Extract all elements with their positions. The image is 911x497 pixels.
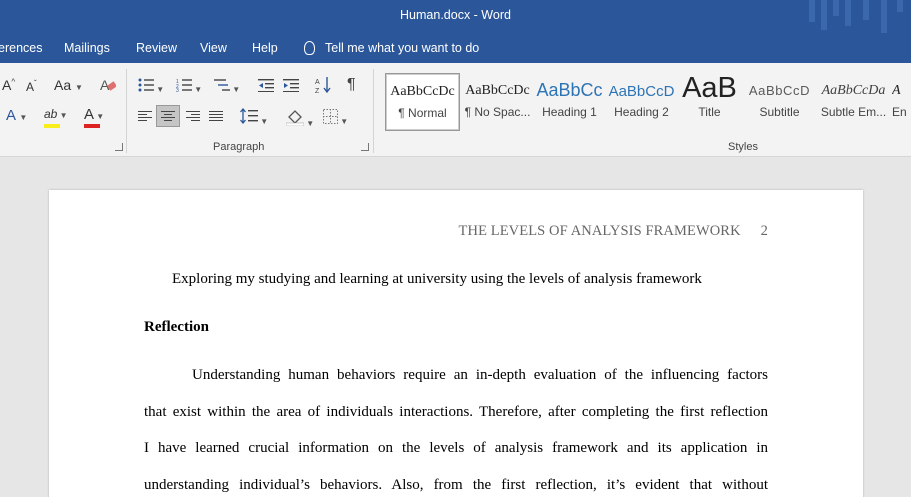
- style-sample: AaBbCc: [536, 80, 603, 100]
- svg-text:Z: Z: [315, 88, 320, 94]
- font-color-button[interactable]: A ▼: [84, 106, 104, 128]
- style-normal[interactable]: AaBbCcDc ¶ Normal: [385, 73, 460, 131]
- align-right-button[interactable]: [186, 111, 200, 122]
- running-head: THE LEVELS OF ANALYSIS FRAMEWORK 2: [459, 223, 768, 240]
- style-name: En: [892, 105, 907, 119]
- style-heading-2[interactable]: AaBbCcD Heading 2: [604, 73, 679, 131]
- numbering-button[interactable]: 123 ▼: [176, 78, 202, 95]
- tab-view[interactable]: View: [200, 41, 227, 55]
- increase-indent-button[interactable]: [283, 78, 299, 95]
- style-sample: AaBbCcD: [748, 83, 811, 98]
- style-subtitle[interactable]: AaBbCcD Subtitle: [742, 73, 817, 131]
- line-spacing-icon: [240, 107, 258, 125]
- increase-indent-icon: [283, 79, 299, 93]
- style-sample: AaBbCcDc: [465, 83, 530, 98]
- paragraph-line: that exist within the area of individual…: [144, 404, 768, 420]
- bullets-button[interactable]: ▼: [138, 78, 164, 95]
- style-no-spacing[interactable]: AaBbCcDc ¶ No Spac...: [460, 73, 535, 131]
- style-name: ¶ Normal: [398, 106, 447, 120]
- bullets-icon: [138, 78, 154, 92]
- paint-bucket-icon: [285, 110, 305, 127]
- eraser-icon: A: [100, 77, 117, 93]
- sort-icon: AZ: [315, 77, 331, 95]
- title-bar-decoration: [801, 0, 911, 33]
- font-dialog-launcher[interactable]: [115, 143, 123, 151]
- tab-review[interactable]: Review: [136, 41, 177, 55]
- paragraph-line: I have learned crucial information on th…: [144, 440, 768, 456]
- decrease-indent-button[interactable]: [258, 78, 274, 95]
- section-heading: Reflection: [144, 319, 209, 335]
- svg-text:A: A: [315, 79, 320, 86]
- style-sample: AaBbCcDc: [390, 84, 455, 99]
- tab-help[interactable]: Help: [252, 41, 278, 55]
- align-left-button[interactable]: [138, 111, 152, 122]
- style-name: Heading 2: [614, 105, 669, 119]
- highlight-button[interactable]: ab ▼: [44, 107, 68, 128]
- style-emphasis[interactable]: A En: [892, 73, 911, 131]
- style-heading-1[interactable]: AaBbCc Heading 1: [532, 73, 607, 131]
- style-subtle-emphasis[interactable]: AaBbCcDa Subtle Em...: [816, 73, 891, 131]
- align-center-button[interactable]: [161, 111, 175, 122]
- style-sample: AaBbCcD: [608, 83, 675, 100]
- numbering-icon: 123: [176, 79, 192, 94]
- ribbon-tabs: erences Mailings Review View Help Tell m…: [0, 33, 911, 63]
- tell-me-label: Tell me what you want to do: [325, 41, 480, 55]
- paragraph-line: Understanding human behaviors require an…: [192, 367, 768, 383]
- tab-references[interactable]: erences: [0, 41, 42, 55]
- tab-mailings[interactable]: Mailings: [64, 41, 110, 55]
- paragraph-dialog-launcher[interactable]: [361, 143, 369, 151]
- line-spacing-button[interactable]: ▼: [240, 107, 268, 127]
- sort-button[interactable]: AZ: [315, 76, 331, 97]
- document-title: Exploring my studying and learning at un…: [172, 271, 702, 287]
- style-name: Subtitle: [759, 105, 800, 119]
- style-title[interactable]: AaB Title: [672, 73, 747, 131]
- lightbulb-icon: [304, 41, 315, 55]
- style-sample: AaB: [682, 73, 737, 104]
- style-name: Title: [698, 105, 721, 119]
- svg-text:3: 3: [176, 88, 179, 92]
- show-formatting-marks-button[interactable]: ¶: [347, 76, 356, 94]
- shading-button[interactable]: ▼: [285, 108, 314, 129]
- multilevel-list-icon: [214, 79, 230, 91]
- styles-gallery: AaBbCcDc ¶ Normal AaBbCcDc ¶ No Spac... …: [382, 69, 911, 131]
- decrease-indent-icon: [258, 79, 274, 93]
- style-sample: AaBbCcDa: [821, 83, 886, 98]
- document-page[interactable]: THE LEVELS OF ANALYSIS FRAMEWORK 2 Explor…: [49, 190, 863, 497]
- page-number: 2: [760, 223, 768, 239]
- style-name: Heading 1: [542, 105, 597, 119]
- borders-icon: [323, 109, 338, 124]
- shrink-font-button[interactable]: Aˇ: [26, 79, 37, 94]
- tell-me-search[interactable]: Tell me what you want to do: [304, 41, 479, 55]
- clear-formatting-button[interactable]: A: [100, 77, 117, 96]
- paragraph-group-label: Paragraph: [213, 141, 265, 153]
- style-sample: A: [892, 83, 901, 98]
- styles-group-label: Styles: [728, 141, 758, 153]
- ribbon: A^ Aˇ Aa ▼ A A ▼ ab ▼ A ▼ ▼ 123 ▼ ▼ AZ ¶…: [0, 63, 911, 157]
- change-case-button[interactable]: Aa ▼: [54, 77, 83, 93]
- text-effects-button[interactable]: A ▼: [6, 107, 27, 124]
- style-name: ¶ No Spac...: [464, 105, 531, 119]
- grow-font-button[interactable]: A^: [2, 77, 15, 93]
- justify-button[interactable]: [209, 111, 223, 122]
- group-separator: [373, 69, 374, 153]
- font-color-bar: [84, 124, 100, 128]
- multilevel-list-button[interactable]: ▼: [214, 78, 240, 95]
- document-canvas[interactable]: THE LEVELS OF ANALYSIS FRAMEWORK 2 Explor…: [0, 157, 911, 497]
- highlight-color-bar: [44, 124, 60, 128]
- window-title: Human.docx - Word: [400, 8, 511, 22]
- paragraph-line: understanding individual’s behaviors. Al…: [144, 477, 768, 493]
- group-separator: [126, 69, 127, 153]
- borders-button[interactable]: ▼: [323, 109, 348, 127]
- title-bar: Human.docx - Word: [0, 0, 911, 33]
- style-name: Subtle Em...: [820, 105, 887, 119]
- running-head-text: THE LEVELS OF ANALYSIS FRAMEWORK: [458, 223, 741, 239]
